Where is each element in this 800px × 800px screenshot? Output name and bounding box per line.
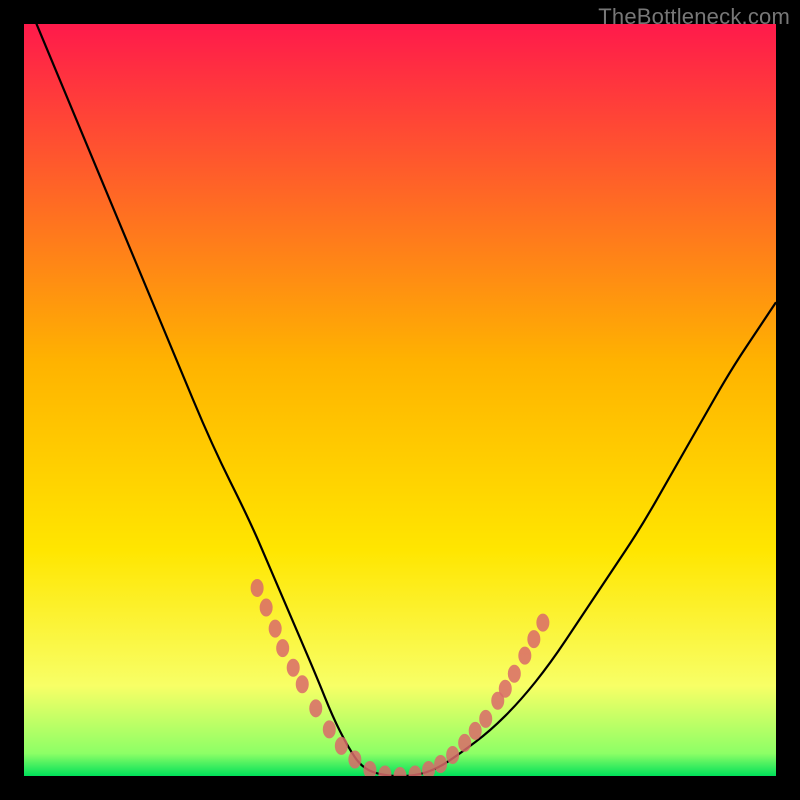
curve-marker <box>335 737 348 755</box>
curve-marker <box>287 659 300 677</box>
curve-marker <box>296 675 309 693</box>
curve-marker <box>348 750 361 768</box>
curve-marker <box>251 579 264 597</box>
watermark-text: TheBottleneck.com <box>598 4 790 30</box>
curve-marker <box>499 680 512 698</box>
chart-svg <box>24 24 776 776</box>
chart-background <box>24 24 776 776</box>
curve-marker <box>518 647 531 665</box>
curve-marker <box>269 620 282 638</box>
curve-marker <box>458 734 471 752</box>
curve-marker <box>527 630 540 648</box>
curve-marker <box>323 720 336 738</box>
curve-marker <box>446 746 459 764</box>
curve-marker <box>479 710 492 728</box>
curve-marker <box>536 614 549 632</box>
curve-marker <box>276 639 289 657</box>
curve-marker <box>434 755 447 773</box>
curve-marker <box>469 722 482 740</box>
curve-marker <box>508 665 521 683</box>
curve-marker <box>260 599 273 617</box>
curve-marker <box>309 699 322 717</box>
chart-frame <box>24 24 776 776</box>
